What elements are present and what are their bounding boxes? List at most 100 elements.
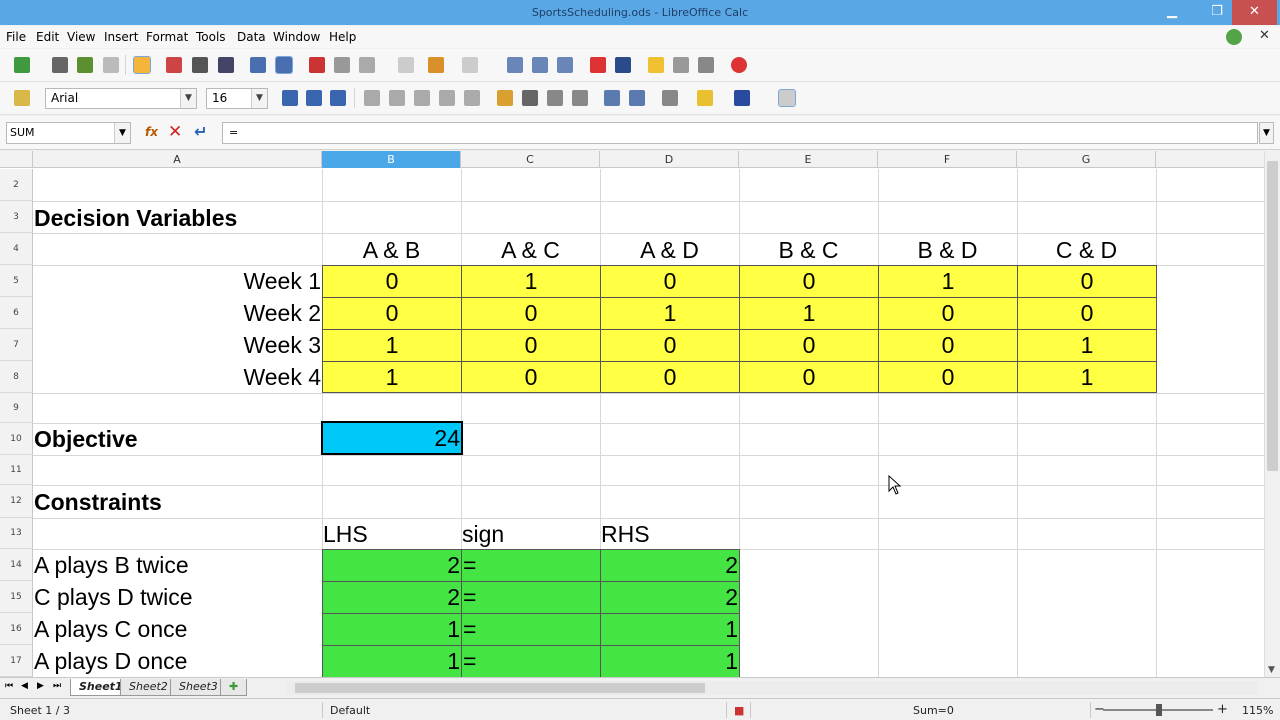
row-header-10[interactable]: 10: [0, 423, 33, 455]
row-header-8[interactable]: 8: [0, 361, 33, 393]
menu-file[interactable]: File: [6, 30, 26, 44]
rhs-header[interactable]: RHS: [600, 518, 739, 549]
constraint-lhs-cell[interactable]: 2: [322, 549, 462, 582]
clone-formatting-icon[interactable]: [398, 57, 414, 73]
find-replace-icon[interactable]: [648, 57, 664, 73]
decision-cell[interactable]: 0: [1017, 265, 1157, 298]
decision-cell[interactable]: 1: [1017, 329, 1157, 362]
toggle-grid-icon[interactable]: [778, 89, 796, 107]
tab-sheet3[interactable]: Sheet3: [170, 679, 227, 696]
decision-cell[interactable]: 0: [739, 329, 879, 362]
constraints-title[interactable]: Constraints: [33, 486, 322, 518]
redo-icon[interactable]: [462, 57, 478, 73]
currency-format-icon[interactable]: [497, 90, 513, 106]
decision-cell[interactable]: 0: [600, 265, 740, 298]
zoom-slider-knob[interactable]: [1156, 704, 1162, 716]
function-wizard-icon[interactable]: fx: [145, 125, 158, 139]
pair-header[interactable]: A & C: [461, 235, 600, 265]
row-header-16[interactable]: 16: [0, 613, 33, 645]
underline-icon[interactable]: [330, 90, 346, 106]
borders-icon[interactable]: [662, 90, 678, 106]
row-header-2[interactable]: 2: [0, 169, 33, 201]
decision-cell[interactable]: 1: [600, 297, 740, 330]
hyperlink-icon[interactable]: [507, 57, 523, 73]
menu-help[interactable]: Help: [329, 30, 356, 44]
constraint-label[interactable]: A plays C once: [33, 613, 322, 645]
pair-header[interactable]: B & D: [878, 235, 1017, 265]
last-sheet-icon[interactable]: ⏭: [53, 681, 61, 691]
print-preview-icon[interactable]: [218, 57, 234, 73]
constraint-rhs-cell[interactable]: 1: [600, 645, 740, 677]
menu-tools[interactable]: Tools: [196, 30, 226, 44]
scrollbar-thumb[interactable]: [1267, 161, 1278, 471]
pair-header[interactable]: A & B: [322, 235, 461, 265]
decision-cell[interactable]: 0: [878, 361, 1018, 393]
decision-cell[interactable]: 0: [600, 361, 740, 393]
menu-insert[interactable]: Insert: [104, 30, 138, 44]
row-header-12[interactable]: 12: [0, 485, 33, 518]
constraint-rhs-cell[interactable]: 1: [600, 613, 740, 646]
name-box[interactable]: SUM ▼: [6, 122, 131, 144]
expand-formula-icon[interactable]: ▼: [1259, 122, 1274, 144]
previous-sheet-icon[interactable]: ◀: [21, 681, 28, 691]
column-header-g[interactable]: G: [1017, 151, 1156, 168]
tab-sheet2[interactable]: Sheet2: [120, 679, 177, 696]
pair-header[interactable]: A & D: [600, 235, 739, 265]
undo-icon[interactable]: [428, 57, 444, 73]
pair-header[interactable]: C & D: [1017, 235, 1156, 265]
row-header-6[interactable]: 6: [0, 297, 33, 329]
help-icon[interactable]: [731, 57, 747, 73]
open-folder-icon[interactable]: [52, 57, 68, 73]
new-document-icon[interactable]: [14, 57, 30, 73]
first-sheet-icon[interactable]: ⏮: [5, 681, 13, 691]
lhs-header[interactable]: LHS: [322, 518, 461, 549]
decision-cell[interactable]: 0: [739, 265, 879, 298]
week-label[interactable]: Week 1: [33, 265, 322, 297]
row-header-3[interactable]: 3: [0, 201, 33, 233]
justify-icon[interactable]: [439, 90, 455, 106]
select-all-corner[interactable]: [0, 151, 33, 168]
vertical-scrollbar[interactable]: ▼: [1264, 151, 1280, 677]
paste-icon[interactable]: [359, 57, 375, 73]
bold-icon[interactable]: [282, 90, 298, 106]
constraint-lhs-cell[interactable]: 1: [322, 613, 462, 646]
number-format-icon[interactable]: [547, 90, 563, 106]
add-decimal-icon[interactable]: [572, 90, 588, 106]
row-header-11[interactable]: 11: [0, 455, 33, 485]
constraint-label[interactable]: A plays D once: [33, 645, 322, 677]
constraint-sign-cell[interactable]: =: [461, 645, 601, 677]
background-color-icon[interactable]: [697, 90, 713, 106]
decision-cell[interactable]: 1: [878, 265, 1018, 298]
export-pdf-icon[interactable]: [166, 57, 182, 73]
cut-icon[interactable]: [309, 57, 325, 73]
font-color-icon[interactable]: [734, 90, 750, 106]
row-header-7[interactable]: 7: [0, 329, 33, 361]
decrease-indent-icon[interactable]: [604, 90, 620, 106]
minimize-icon[interactable]: ▁: [1157, 0, 1187, 25]
email-icon[interactable]: [103, 57, 119, 73]
cancel-icon[interactable]: ✕: [168, 122, 182, 142]
column-header-a[interactable]: A: [33, 151, 322, 168]
zoom-level[interactable]: 115%: [1242, 704, 1273, 717]
scrollbar-thumb[interactable]: [295, 683, 705, 693]
sort-ascending-icon[interactable]: [532, 57, 548, 73]
decision-cell[interactable]: 0: [878, 329, 1018, 362]
spreadsheet-grid[interactable]: A B C D E F G 2 3 4 5 6 7 8 9 10 11 12 1…: [0, 151, 1264, 677]
spellcheck-icon[interactable]: [250, 57, 266, 73]
zoom-in-icon[interactable]: +: [1217, 702, 1228, 717]
row-header-5[interactable]: 5: [0, 265, 33, 297]
copy-icon[interactable]: [334, 57, 350, 73]
row-header-13[interactable]: 13: [0, 518, 33, 549]
row-header-14[interactable]: 14: [0, 549, 33, 581]
print-icon[interactable]: [192, 57, 208, 73]
decision-cell[interactable]: 0: [878, 297, 1018, 330]
column-header-e[interactable]: E: [739, 151, 878, 168]
navigator-icon[interactable]: [673, 57, 689, 73]
pivot-table-icon[interactable]: [615, 57, 631, 73]
column-header-d[interactable]: D: [600, 151, 739, 168]
gallery-icon[interactable]: [698, 57, 714, 73]
italic-icon[interactable]: [306, 90, 322, 106]
styles-icon[interactable]: [14, 90, 30, 106]
objective-label[interactable]: Objective: [33, 423, 322, 455]
close-document-icon[interactable]: ✕: [1259, 28, 1270, 43]
